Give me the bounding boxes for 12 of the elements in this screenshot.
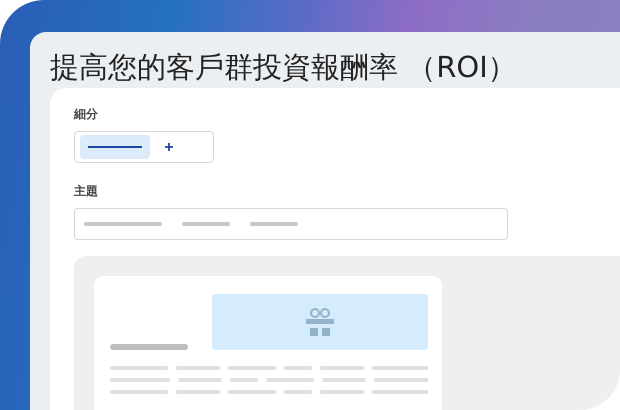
gift-icon — [306, 307, 334, 337]
line-icon — [88, 146, 142, 148]
text-placeholder — [250, 222, 298, 226]
subject-field[interactable] — [74, 208, 508, 240]
text-placeholder — [182, 222, 230, 226]
segment-chip[interactable] — [80, 135, 150, 159]
window-title: 提高您的客戶群投資報酬率 （ROI） — [49, 49, 518, 86]
plus-icon — [164, 142, 174, 152]
field-label: 主題 — [74, 183, 99, 200]
add-button[interactable] — [164, 142, 174, 152]
field-label: 細分 — [74, 106, 99, 123]
segment-field[interactable] — [74, 131, 214, 163]
